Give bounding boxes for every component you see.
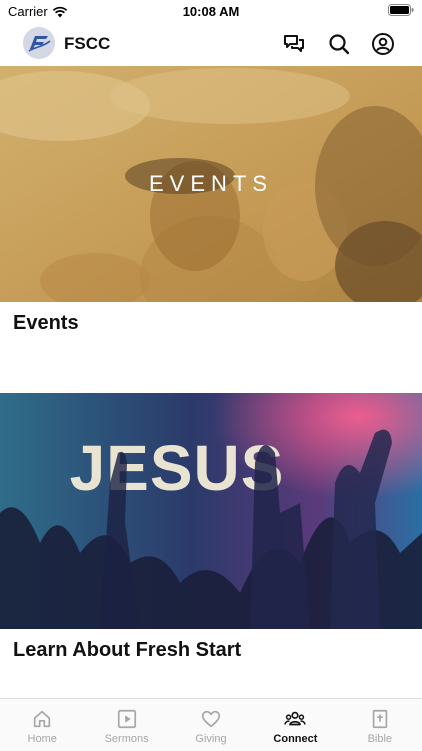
heart-icon bbox=[201, 710, 221, 728]
home-icon bbox=[34, 710, 51, 728]
learn-about-title: Learn About Fresh Start bbox=[13, 639, 242, 661]
events-image: EVENTS bbox=[0, 66, 422, 302]
search-button[interactable] bbox=[327, 32, 351, 56]
tab-connect[interactable]: Connect bbox=[253, 699, 337, 751]
tab-connect-label: Connect bbox=[273, 733, 318, 745]
bottom-tab-bar: Home Sermons Giving Connect Bible bbox=[0, 698, 422, 751]
learn-about-image: JESUS bbox=[0, 393, 422, 629]
app-header: FSCC bbox=[0, 22, 422, 66]
learn-about-card[interactable]: JESUS Learn About Fresh Start bbox=[0, 393, 422, 693]
people-icon bbox=[284, 711, 307, 726]
events-image-caption: EVENTS bbox=[148, 171, 274, 196]
tab-home[interactable]: Home bbox=[0, 699, 84, 751]
tab-home-label: Home bbox=[27, 733, 57, 745]
events-card[interactable]: EVENTS Events bbox=[0, 66, 422, 392]
search-icon bbox=[329, 34, 350, 55]
tab-giving[interactable]: Giving bbox=[169, 699, 253, 751]
status-bar: Carrier 10:08 AM bbox=[0, 0, 422, 22]
jesus-graphic-text: JESUS bbox=[70, 432, 285, 504]
tab-sermons-label: Sermons bbox=[104, 733, 149, 745]
battery-icon bbox=[388, 4, 414, 16]
chat-button[interactable] bbox=[282, 32, 306, 56]
tab-bible-label: Bible bbox=[367, 733, 393, 745]
account-icon bbox=[372, 33, 394, 55]
profile-button[interactable] bbox=[371, 32, 395, 56]
tab-bible[interactable]: Bible bbox=[338, 699, 422, 751]
bible-icon bbox=[372, 709, 388, 729]
tab-giving-label: Giving bbox=[195, 733, 227, 745]
play-icon bbox=[117, 709, 136, 729]
chat-icon bbox=[284, 35, 304, 52]
app-title: FSCC bbox=[64, 34, 111, 53]
tab-sermons[interactable]: Sermons bbox=[84, 699, 168, 751]
events-title: Events bbox=[13, 312, 79, 334]
church-logo[interactable] bbox=[23, 27, 55, 59]
clock: 10:08 AM bbox=[182, 4, 240, 19]
